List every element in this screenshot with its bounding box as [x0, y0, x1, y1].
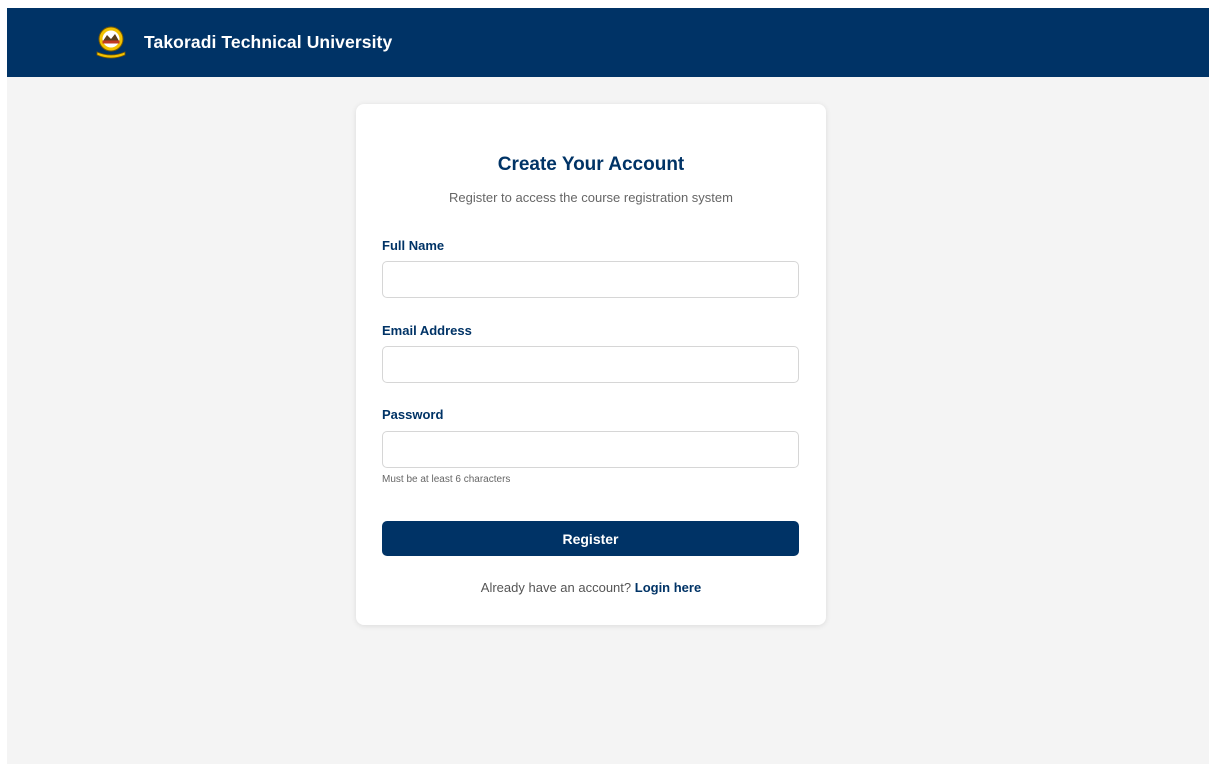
full-name-field[interactable]	[382, 261, 799, 298]
register-button[interactable]: Register	[382, 521, 799, 556]
navbar: Takoradi Technical University	[7, 8, 1209, 77]
password-label: Password	[382, 407, 444, 422]
page-subtitle: Register to access the course registrati…	[449, 190, 733, 205]
login-prompt-line: Already have an account? Login here	[356, 580, 826, 595]
page-title: Create Your Account	[497, 154, 685, 175]
password-field[interactable]	[382, 431, 799, 468]
brand-name[interactable]: Takoradi Technical University	[144, 32, 392, 53]
register-card: Create Your Account Register to access t…	[356, 104, 826, 625]
email-label: Email Address	[382, 323, 472, 338]
email-field[interactable]	[382, 346, 799, 383]
password-hint: Must be at least 6 characters	[382, 474, 511, 485]
full-name-label: Full Name	[382, 238, 445, 253]
login-link[interactable]: Login here	[635, 580, 701, 595]
university-crest-icon[interactable]	[92, 24, 130, 62]
page: Takoradi Technical University Create You…	[7, 8, 1209, 764]
login-prompt: Already have an account?	[480, 580, 632, 595]
